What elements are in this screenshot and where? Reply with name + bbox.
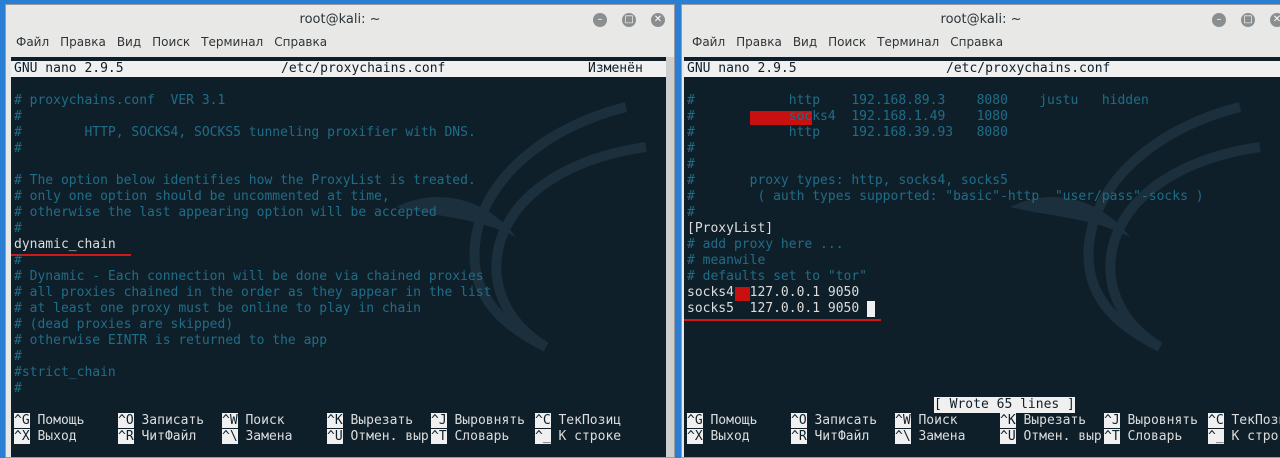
code-line: #	[14, 141, 22, 156]
menu-search[interactable]: Поиск	[828, 35, 866, 49]
shortcut-exit[interactable]: ^X Выход	[14, 429, 77, 445]
code-line: #	[14, 109, 22, 124]
code-line: # http 192.168.89.3 8080 justu hidden	[687, 93, 1149, 108]
code-line: # only one option should be uncommented …	[14, 189, 390, 204]
code-line: # defaults set to "tor"	[687, 269, 868, 284]
shortcut-replace[interactable]: ^\ Замена	[222, 429, 292, 445]
titlebar: root@kali: ~ – □ ✕	[682, 5, 1280, 35]
shortcut-replace[interactable]: ^\ Замена	[895, 429, 965, 445]
shortcut-goto-line[interactable]: ^_ К строке	[1208, 429, 1280, 445]
shortcut-uncut[interactable]: ^U Отмен. выр	[1000, 429, 1102, 445]
scrollbar[interactable]	[666, 57, 674, 457]
shortcut-write[interactable]: ^O Записать	[118, 413, 204, 429]
menu-terminal[interactable]: Терминал	[201, 35, 263, 49]
shortcut-uncut[interactable]: ^U Отмен. выр	[327, 429, 429, 445]
nano-filename: /etc/proxychains.conf	[281, 61, 446, 76]
code-line: #	[687, 141, 695, 156]
active-option-line: dynamic_chain	[14, 237, 116, 252]
minimize-icon[interactable]: –	[1212, 13, 1226, 27]
code-line: # proxychains.conf VER 3.1	[14, 93, 226, 108]
shortcut-cut[interactable]: ^K Вырезать	[327, 413, 413, 429]
code-line: # http 192.168.39.93 8080	[687, 125, 1008, 140]
terminal-window-right: root@kali: ~ – □ ✕ Файл Правка Вид Поиск Тер…	[681, 4, 1280, 458]
menubar: Файл Правка Вид Поиск Терминал Справка	[6, 35, 674, 53]
proxy-entry-socks4: socks4 127.0.0.1 9050	[687, 285, 860, 300]
menu-terminal[interactable]: Терминал	[877, 35, 939, 49]
shortcut-exit[interactable]: ^X Выход	[687, 429, 750, 445]
code-line: # Dynamic - Each connection will be done…	[14, 269, 484, 284]
menu-help[interactable]: Справка	[274, 35, 327, 49]
titlebar: root@kali: ~ – □ ✕	[6, 5, 674, 35]
terminal-area[interactable]: GNU nano 2.9.5/etc/proxychains.conf # ht…	[684, 57, 1280, 457]
close-icon[interactable]: ✕	[651, 13, 665, 27]
shortcut-read-file[interactable]: ^R ЧитФайл	[118, 429, 196, 445]
nano-header: GNU nano 2.9.5/etc/proxychains.conf Измен…	[11, 61, 666, 77]
shortcut-write[interactable]: ^O Записать	[791, 413, 877, 429]
status-message: [ Wrote 65 lines ]	[934, 397, 1075, 413]
code-line: # otherwise the last appearing option wi…	[14, 205, 437, 220]
code-line: # proxy types: http, socks4, socks5	[687, 173, 1008, 188]
code-line: #	[14, 349, 22, 364]
minimize-icon[interactable]: –	[593, 13, 607, 27]
menu-view[interactable]: Вид	[117, 35, 141, 49]
shortcut-justify[interactable]: ^J Выровнять	[1104, 413, 1198, 429]
terminal-window-left: root@kali: ~ – □ ✕ Файл Правка Вид Поиск Тер…	[5, 4, 675, 458]
code-line: # ( auth types supported: "basic"-http "…	[687, 189, 1204, 204]
window-title: root@kali: ~	[299, 12, 381, 27]
code-line: #	[14, 221, 22, 236]
shortcut-cut[interactable]: ^K Вырезать	[1000, 413, 1086, 429]
code-line: #	[14, 253, 22, 268]
code-line: # HTTP, SOCKS4, SOCKS5 tunneling proxifi…	[14, 125, 476, 140]
maximize-icon[interactable]: □	[622, 13, 636, 27]
shortcut-search[interactable]: ^W Поиск	[895, 413, 958, 429]
menu-edit[interactable]: Правка	[736, 35, 782, 49]
menu-view[interactable]: Вид	[793, 35, 817, 49]
code-line: #	[687, 157, 695, 172]
menu-edit[interactable]: Правка	[60, 35, 106, 49]
shortcut-curpos[interactable]: ^C ТекПозиц	[1208, 413, 1280, 429]
code-line: #	[14, 381, 22, 396]
nano-header: GNU nano 2.9.5/etc/proxychains.conf	[684, 61, 1280, 77]
window-title: root@kali: ~	[940, 12, 1022, 27]
shortcut-search[interactable]: ^W Поиск	[222, 413, 285, 429]
red-underline	[684, 319, 881, 321]
shortcut-justify[interactable]: ^J Выровнять	[431, 413, 525, 429]
shortcut-spell[interactable]: ^T Словарь	[431, 429, 509, 445]
nano-version: GNU nano 2.9.5	[14, 61, 124, 76]
code-line: # meanwile	[687, 253, 766, 268]
menu-file[interactable]: Файл	[692, 35, 725, 49]
shortcut-goto-line[interactable]: ^_ К строке	[535, 429, 621, 445]
menu-help[interactable]: Справка	[950, 35, 1003, 49]
nano-filename: /etc/proxychains.conf	[946, 61, 1111, 76]
menu-search[interactable]: Поиск	[152, 35, 190, 49]
code-line: # add proxy here ...	[687, 237, 844, 252]
text-cursor	[867, 301, 875, 317]
shortcut-spell[interactable]: ^T Словарь	[1104, 429, 1182, 445]
code-line: # socks4 192.168.1.49 1080	[687, 109, 1008, 124]
shortcut-read-file[interactable]: ^R ЧитФайл	[791, 429, 869, 445]
proxy-entry-socks5: socks5 127.0.0.1 9050	[687, 301, 860, 316]
menu-file[interactable]: Файл	[16, 35, 49, 49]
shortcut-help[interactable]: ^G Помощь	[687, 413, 757, 429]
code-line: # at least one proxy must be online to p…	[14, 301, 421, 316]
nano-modified: Изменён	[588, 61, 643, 76]
nano-version: GNU nano 2.9.5	[687, 61, 797, 76]
maximize-icon[interactable]: □	[1241, 13, 1255, 27]
close-icon[interactable]: ✕	[1270, 13, 1280, 27]
code-line: #	[687, 205, 695, 220]
menubar: Файл Правка Вид Поиск Терминал Справка	[682, 35, 1280, 53]
code-line: # The option below identifies how the Pr…	[14, 173, 476, 188]
code-line: # all proxies chained in the order as th…	[14, 285, 492, 300]
shortcut-curpos[interactable]: ^C ТекПозиц	[535, 413, 621, 429]
code-line: # otherwise EINTR is returned to the app	[14, 333, 328, 348]
code-line: #strict_chain	[14, 365, 116, 380]
code-line: [ProxyList]	[687, 221, 774, 236]
red-underline	[11, 254, 131, 256]
terminal-area[interactable]: GNU nano 2.9.5/etc/proxychains.conf Измен…	[11, 57, 666, 457]
code-line: # (dead proxies are skipped)	[14, 317, 234, 332]
shortcut-help[interactable]: ^G Помощь	[14, 413, 84, 429]
